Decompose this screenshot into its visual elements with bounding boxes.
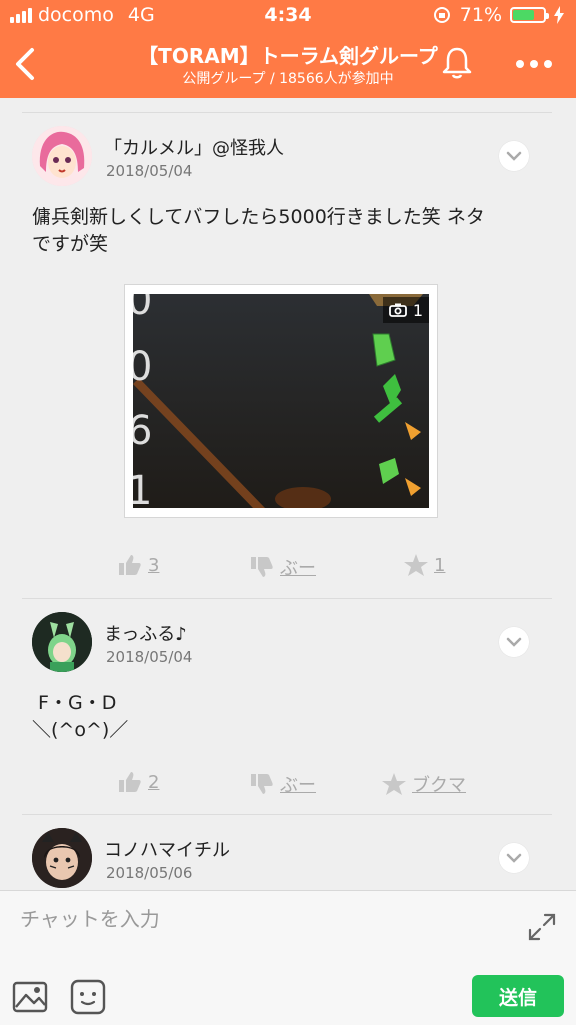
bookmark-label: ブクマ bbox=[412, 775, 466, 796]
post-date: 2018/05/04 bbox=[106, 648, 193, 666]
svg-text:0: 0 bbox=[133, 344, 152, 390]
avatar-image bbox=[32, 612, 92, 672]
status-right: 71% bbox=[432, 4, 564, 26]
battery-percent: 71% bbox=[459, 4, 502, 26]
avatar-image bbox=[32, 828, 92, 888]
image-icon[interactable] bbox=[12, 979, 48, 1015]
post-author[interactable]: コノハマイチル bbox=[104, 836, 230, 862]
status-bar: docomo 4G 4:34 71% bbox=[0, 0, 576, 32]
more-icon[interactable] bbox=[512, 54, 556, 74]
post-date: 2018/05/06 bbox=[106, 864, 193, 882]
thumbs-down-icon bbox=[251, 557, 273, 577]
chevron-down-icon[interactable] bbox=[499, 141, 529, 171]
bell-icon[interactable] bbox=[438, 44, 476, 82]
star-icon bbox=[382, 773, 406, 795]
post-date: 2018/05/04 bbox=[106, 162, 193, 180]
chevron-down-icon[interactable] bbox=[499, 843, 529, 873]
bookmark-button[interactable]: ブクマ bbox=[382, 771, 466, 797]
charging-icon bbox=[554, 6, 564, 24]
expand-icon[interactable] bbox=[526, 911, 558, 943]
photo-count-badge: 1 bbox=[382, 297, 429, 323]
divider bbox=[22, 814, 552, 815]
chat-input[interactable]: チャットを入力 bbox=[20, 903, 160, 932]
post-text: 傭兵剣新しくしてバフしたら5000行きました笑 ネタ ですが笑 bbox=[32, 204, 542, 258]
like-count: 2 bbox=[148, 771, 160, 793]
like-count: 3 bbox=[148, 554, 160, 576]
emoji-icon[interactable] bbox=[70, 979, 106, 1015]
chat-composer: チャットを入力 送信 bbox=[0, 890, 576, 1025]
group-header: 【TORAM】トーラム剣グループ 公開グループ / 18566人が参加中 bbox=[0, 32, 576, 98]
star-icon bbox=[404, 554, 428, 576]
post-photo[interactable]: 0 0 6 1 1 bbox=[124, 284, 438, 518]
post-text: F・G・D ＼(^o^)／ bbox=[32, 690, 542, 744]
post-author[interactable]: まっふる♪ bbox=[104, 620, 187, 646]
lock-rotation-icon bbox=[433, 7, 450, 23]
post-text-line: ですが笑 bbox=[32, 233, 109, 255]
chevron-down-icon[interactable] bbox=[499, 627, 529, 657]
avatar[interactable] bbox=[32, 612, 92, 672]
thumbs-down-icon bbox=[251, 774, 273, 794]
svg-text:6: 6 bbox=[133, 408, 152, 454]
camera-icon bbox=[388, 303, 407, 317]
thumbs-up-icon bbox=[119, 772, 141, 792]
avatar[interactable] bbox=[32, 828, 92, 888]
svg-text:0: 0 bbox=[133, 294, 152, 324]
thumbs-up-icon bbox=[119, 555, 141, 575]
divider bbox=[22, 112, 552, 113]
post-text-line: 傭兵剣新しくしてバフしたら5000行きました笑 ネタ bbox=[32, 206, 485, 228]
post-text-line: ＼(^o^)／ bbox=[32, 719, 129, 741]
send-button[interactable]: 送信 bbox=[472, 975, 564, 1017]
bookmark-count: 1 bbox=[434, 554, 446, 576]
post-author[interactable]: 「カルメル」@怪我人 bbox=[104, 134, 284, 160]
avatar-image bbox=[32, 126, 92, 186]
like-button[interactable]: 2 bbox=[118, 771, 159, 793]
group-subtitle: 公開グループ / 18566人が参加中 bbox=[182, 71, 394, 87]
boo-button[interactable]: ぶー bbox=[250, 554, 316, 580]
game-screenshot: 0 0 6 1 bbox=[133, 294, 429, 508]
svg-text:1: 1 bbox=[133, 468, 152, 508]
group-title[interactable]: 【TORAM】トーラム剣グループ bbox=[0, 40, 576, 69]
boo-button[interactable]: ぶー bbox=[250, 771, 316, 797]
post-text-line: F・G・D bbox=[32, 692, 117, 714]
post-feed[interactable]: 「カルメル」@怪我人 2018/05/04 傭兵剣新しくしてバフしたら5000行… bbox=[0, 98, 576, 890]
like-button[interactable]: 3 bbox=[118, 554, 159, 576]
battery-icon bbox=[510, 7, 549, 23]
photo-count: 1 bbox=[412, 300, 423, 320]
bookmark-button[interactable]: 1 bbox=[404, 554, 445, 576]
avatar[interactable] bbox=[32, 126, 92, 186]
boo-label: ぶー bbox=[280, 558, 316, 579]
boo-label: ぶー bbox=[280, 775, 316, 796]
divider bbox=[22, 598, 552, 599]
